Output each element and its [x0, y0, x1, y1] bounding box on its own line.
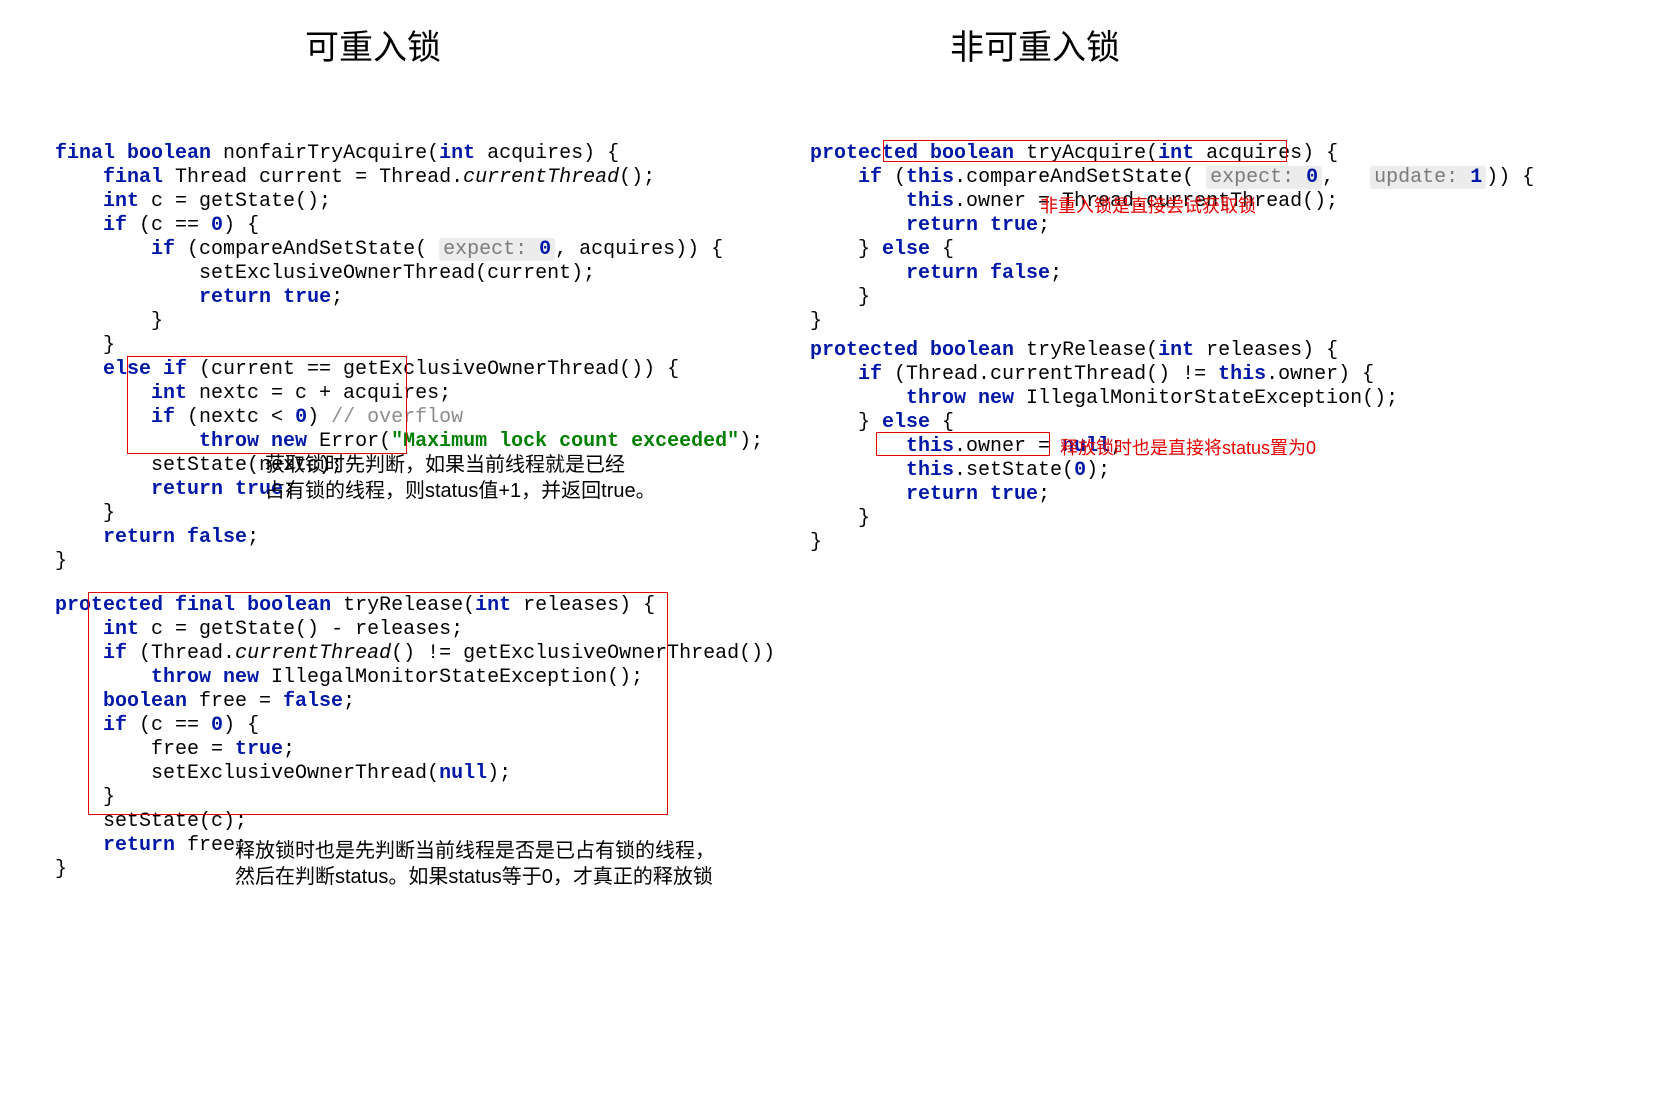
- code-left-acquire: final boolean nonfairTryAcquire(int acqu…: [55, 118, 763, 574]
- annotation-left-release: 释放锁时也是先判断当前线程是否是已占有锁的线程， 然后在判断status。如果s…: [235, 838, 715, 890]
- title-right: 非可重入锁: [950, 20, 1120, 69]
- page: 可重入锁 非可重入锁 final boolean nonfairTryAcqui…: [0, 0, 1658, 1100]
- redbox-left-acquire: [127, 356, 407, 454]
- annotation-right-acquire: 非重入锁是直接尝试获取锁: [1040, 192, 1256, 218]
- annotation-right-release: 释放锁时也是直接将status置为0: [1060, 434, 1316, 460]
- redbox-right-release: [876, 432, 1050, 456]
- annotation-left-acquire: 获取锁时先判断，如果当前线程就是已经 占有锁的线程，则status值+1，并返回…: [265, 452, 656, 504]
- title-left: 可重入锁: [305, 20, 441, 69]
- redbox-right-acquire: [883, 140, 1287, 162]
- redbox-left-release: [88, 592, 668, 815]
